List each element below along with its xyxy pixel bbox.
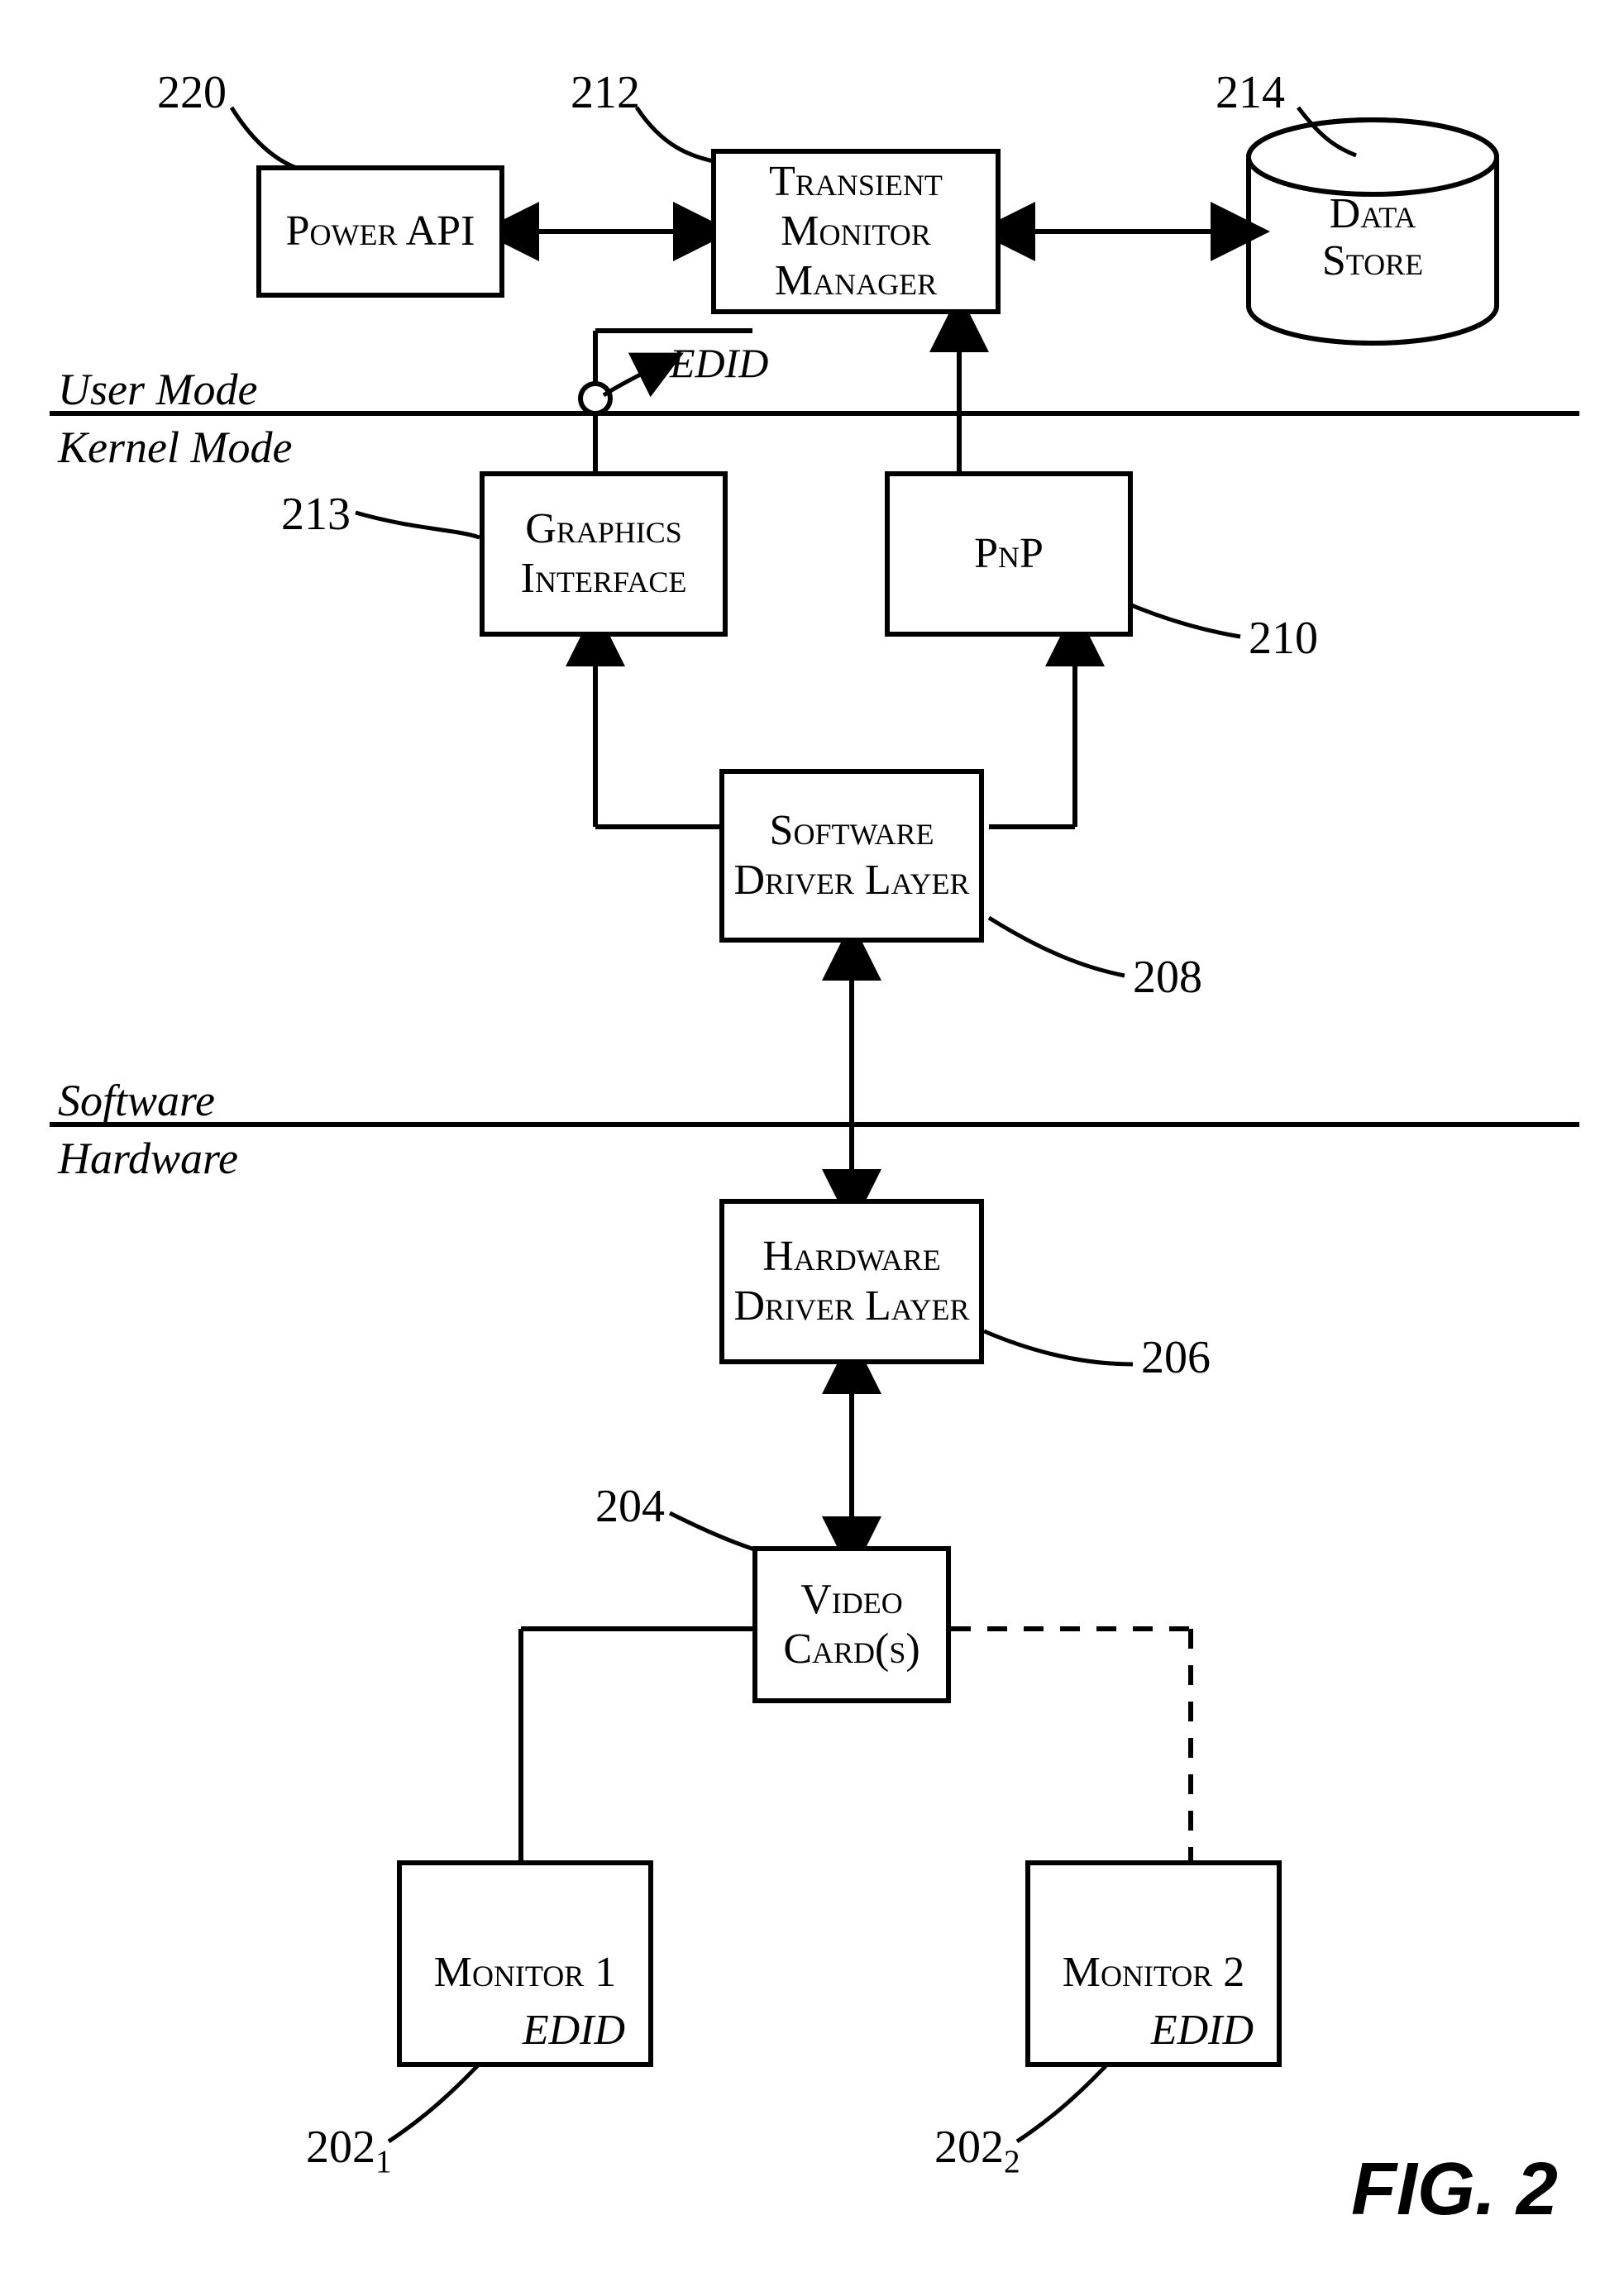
box-monitor-1: Monitor 1 EDID <box>397 1860 653 2067</box>
label-edid-lollipop: EDID <box>670 339 768 387</box>
ref-212: 212 <box>571 66 640 119</box>
label-monitor1: Monitor 1 <box>434 1948 617 1998</box>
box-video-cards: Video Card(s) <box>752 1546 951 1703</box>
box-hardware-driver-layer: Hardware Driver Layer <box>719 1199 984 1364</box>
ref-210: 210 <box>1249 612 1318 665</box>
ref-202-2: 2022 <box>934 2121 1020 2180</box>
box-pnp: PnP <box>885 471 1133 637</box>
box-graphics-interface: Graphics Interface <box>480 471 728 637</box>
region-software: Software <box>58 1075 215 1126</box>
ref-213: 213 <box>281 488 351 541</box>
diagram-canvas: Power API Transient Monitor Manager Data… <box>0 0 1624 2282</box>
region-user-mode: User Mode <box>58 364 257 415</box>
label-monitor2-edid: EDID <box>1151 2006 1254 2055</box>
ref-202-1: 2021 <box>306 2121 392 2180</box>
label-data-store: Data Store <box>1319 190 1426 284</box>
box-transient-monitor-manager: Transient Monitor Manager <box>711 149 1001 314</box>
region-hardware: Hardware <box>58 1133 238 1184</box>
label-video: Video Card(s) <box>764 1575 939 1674</box>
label-sdl: Software Driver Layer <box>731 806 972 905</box>
label-monitor2: Monitor 2 <box>1063 1948 1245 1998</box>
figure-label: FIG. 2 <box>1351 2147 1558 2232</box>
box-software-driver-layer: Software Driver Layer <box>719 769 984 943</box>
ref-204: 204 <box>595 1480 665 1533</box>
label-power-api: Power API <box>286 207 475 256</box>
ref-214: 214 <box>1216 66 1285 119</box>
ref-220: 220 <box>157 66 227 119</box>
connectors-layer <box>0 0 1624 2282</box>
region-kernel-mode: Kernel Mode <box>58 422 292 473</box>
ref-208: 208 <box>1133 951 1202 1004</box>
ref-206: 206 <box>1141 1331 1211 1384</box>
label-tmm: Transient Monitor Manager <box>723 157 989 305</box>
box-power-api: Power API <box>256 165 504 298</box>
label-monitor1-edid: EDID <box>523 2006 625 2055</box>
label-pnp: PnP <box>974 529 1044 579</box>
label-hdl: Hardware Driver Layer <box>731 1232 972 1331</box>
box-monitor-2: Monitor 2 EDID <box>1025 1860 1282 2067</box>
label-graphics-interface: Graphics Interface <box>491 504 716 604</box>
